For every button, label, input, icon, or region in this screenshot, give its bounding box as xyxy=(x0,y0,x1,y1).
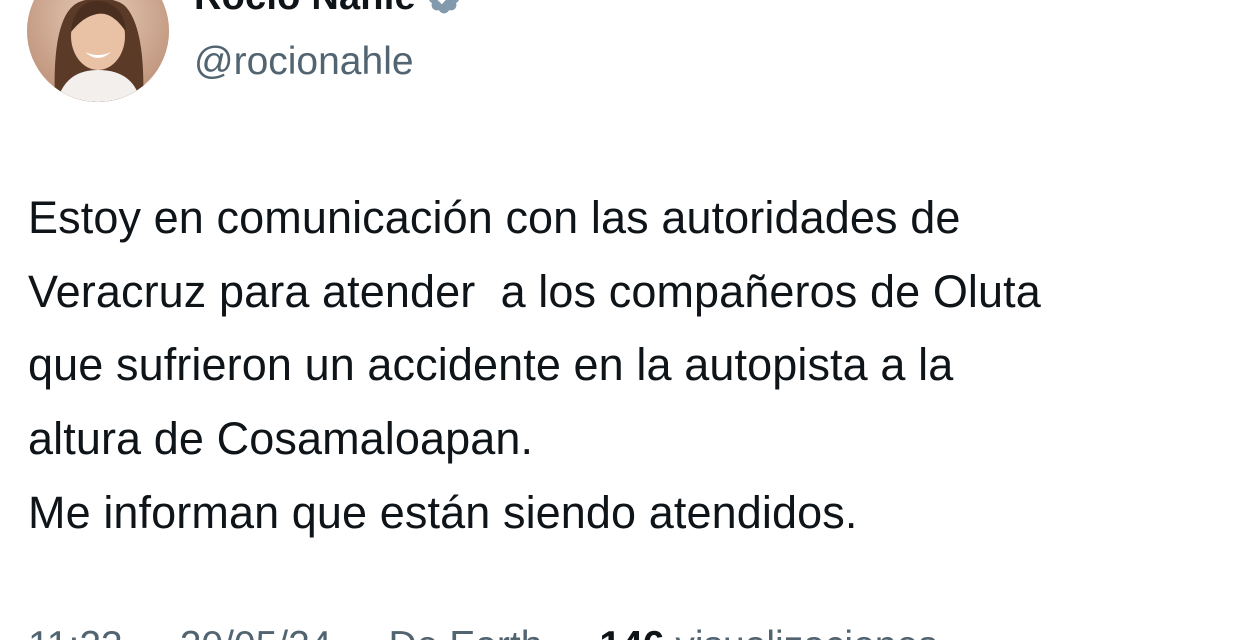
views-count: 146 xyxy=(599,624,664,640)
verified-badge-icon xyxy=(429,0,459,13)
tweet-text-line: que sufrieron un accidente en la autopis… xyxy=(28,339,954,391)
tweet-time[interactable]: 11:23 xyxy=(28,624,123,640)
author-name-row[interactable]: Rocío Nahle xyxy=(194,0,462,19)
author-handle[interactable]: @rocionahle xyxy=(194,40,414,84)
tweet-text-line: Veracruz para atender a los compañeros d… xyxy=(28,265,1041,317)
tweet-meta-row: 11:23·20/05/24·De Earth·146 visualizacio… xyxy=(28,624,938,640)
more-horizontal-icon[interactable] xyxy=(1206,0,1254,12)
tweet-text-line: altura de Cosamaloapan. xyxy=(28,413,534,465)
meta-separator: · xyxy=(542,624,599,640)
tweet-source[interactable]: De Earth xyxy=(389,624,543,640)
tweet-text: Estoy en comunicación con las autoridade… xyxy=(28,181,1243,550)
views-label: visualizaciones xyxy=(675,624,937,640)
meta-separator: · xyxy=(123,624,180,640)
tweet-date[interactable]: 20/05/24 xyxy=(180,624,332,640)
tweet-text-line: Me informan que están siendo atendidos. xyxy=(28,486,858,538)
author-display-name[interactable]: Rocío Nahle xyxy=(194,0,416,19)
meta-separator: · xyxy=(332,624,389,640)
tweet-text-line: Estoy en comunicación con las autoridade… xyxy=(28,192,961,243)
avatar-image xyxy=(27,0,169,102)
avatar[interactable] xyxy=(27,0,169,102)
